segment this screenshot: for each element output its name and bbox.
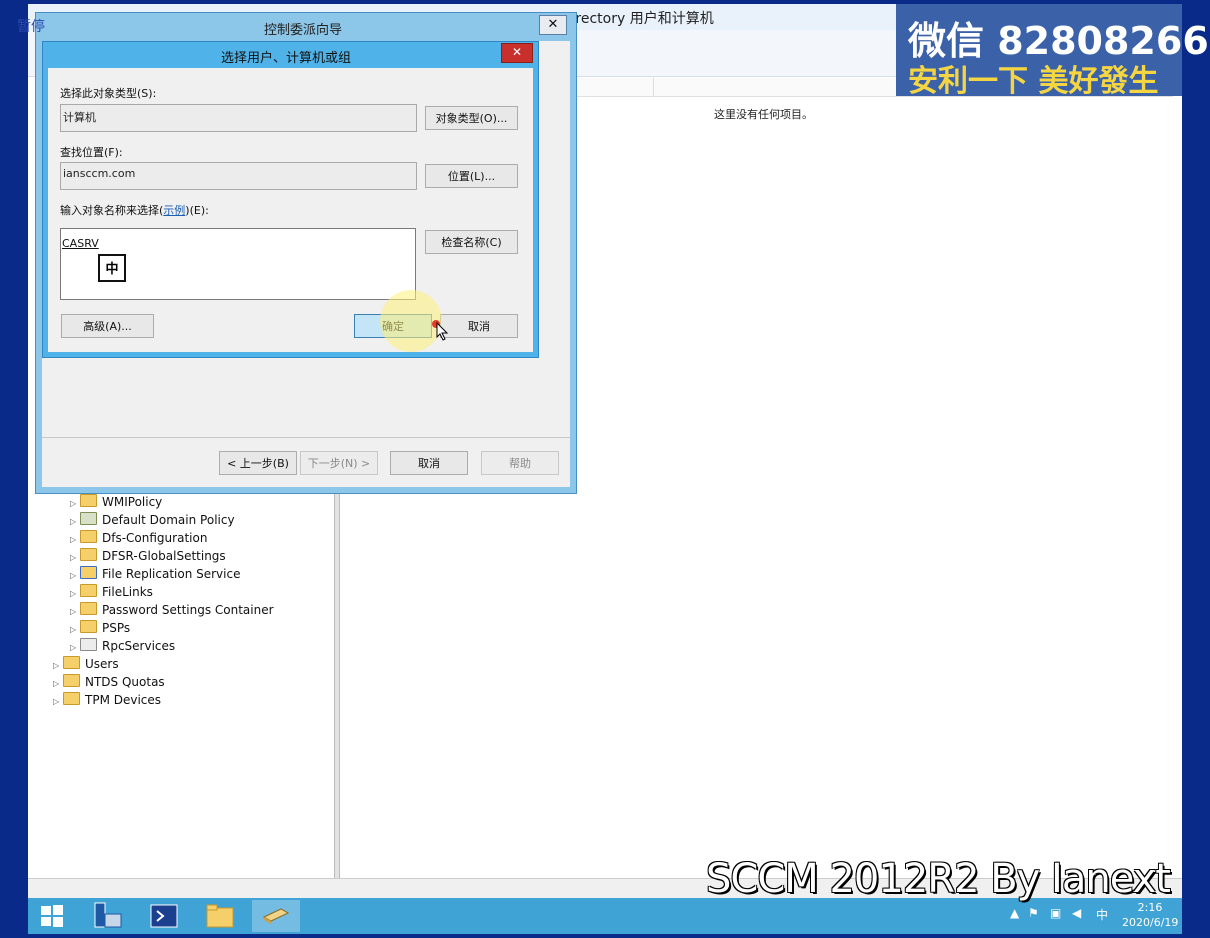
expand-arrow-icon[interactable]: ▷ xyxy=(70,643,80,652)
folder-icon xyxy=(80,548,97,561)
taskbar: ▲ ⚑ ▣ ◀ 中 2:16 2020/6/19 xyxy=(28,898,1182,934)
ime-language-indicator[interactable]: 中 xyxy=(1096,906,1108,923)
folder-icon xyxy=(80,494,97,507)
server-manager-icon xyxy=(94,902,122,928)
folder-icon xyxy=(80,602,97,615)
powershell-icon xyxy=(150,904,178,928)
expand-arrow-icon[interactable]: ▷ xyxy=(70,499,80,508)
folder-icon xyxy=(80,530,97,543)
object-type-label: 选择此对象类型(S): xyxy=(60,87,157,100)
powershell-taskbar-button[interactable] xyxy=(140,900,188,932)
tree-item-wmipolicy[interactable]: ▷ WMIPolicy xyxy=(70,494,162,512)
show-hidden-icons-button[interactable]: ▲ xyxy=(1010,906,1019,920)
expand-arrow-icon[interactable]: ▷ xyxy=(70,517,80,526)
wizard-title: 控制委派向导 xyxy=(264,23,343,38)
folder-icon xyxy=(80,620,97,633)
tree-item-default-domain-policy[interactable]: ▷ Default Domain Policy xyxy=(70,512,235,530)
gpo-icon xyxy=(80,512,97,525)
tree-item-users[interactable]: ▷ Users xyxy=(53,656,119,674)
folder-icon xyxy=(80,584,97,597)
expand-arrow-icon[interactable]: ▷ xyxy=(70,571,80,580)
wizard-titlebar[interactable]: 控制委派向导 ✕ xyxy=(36,13,576,41)
object-names-input[interactable]: CASRV 中 xyxy=(60,228,416,300)
desktop-screen: Active Directory 用户和计算机 这里没有任何项目。 ▷ WMIPo… xyxy=(28,4,1182,934)
select-users-computers-dialog: 选择用户、计算机或组 ✕ 选择此对象类型(S): 计算机 对象类型(O)... … xyxy=(42,41,539,358)
ad-users-computers-icon xyxy=(262,908,290,924)
promo-banner: 微信 82808266 安利一下 美好發生 xyxy=(896,4,1209,99)
folder-icon xyxy=(63,656,80,669)
dialog-cancel-button[interactable]: 取消 xyxy=(440,314,518,338)
examples-link[interactable]: 示例 xyxy=(163,204,185,217)
tree-item-rpcservices[interactable]: ▷ RpcServices xyxy=(70,638,175,656)
expand-arrow-icon[interactable]: ▷ xyxy=(53,697,63,706)
expand-arrow-icon[interactable]: ▷ xyxy=(53,679,63,688)
expand-arrow-icon[interactable]: ▷ xyxy=(70,607,80,616)
expand-arrow-icon[interactable]: ▷ xyxy=(70,589,80,598)
action-center-flag-icon[interactable]: ⚑ xyxy=(1028,906,1039,920)
tree-item-ntds-quotas[interactable]: ▷ NTDS Quotas xyxy=(53,674,165,692)
wizard-cancel-button[interactable]: 取消 xyxy=(390,451,468,475)
dialog-title: 选择用户、计算机或组 xyxy=(221,51,352,66)
video-watermark: SCCM 2012R2 By Ianext xyxy=(706,856,1171,902)
wizard-next-button[interactable]: 下一步(N) > xyxy=(300,451,378,475)
network-icon[interactable]: ▣ xyxy=(1050,906,1061,920)
file-explorer-taskbar-button[interactable] xyxy=(196,900,244,932)
clock-time: 2:16 xyxy=(1137,901,1163,914)
taskbar-clock[interactable]: 2:16 2020/6/19 xyxy=(1122,900,1178,930)
object-names-label: 输入对象名称来选择(示例)(E): xyxy=(60,204,209,217)
rpc-container-icon xyxy=(80,638,97,651)
pause-label: 暂停 xyxy=(17,19,45,35)
volume-muted-icon[interactable]: ◀ xyxy=(1072,906,1081,920)
tree-item-dfsr-globalsettings[interactable]: ▷ DFSR-GlobalSettings xyxy=(70,548,226,566)
ime-indicator: 中 xyxy=(98,254,126,282)
clock-date: 2020/6/19 xyxy=(1122,916,1179,929)
advanced-button[interactable]: 高级(A)... xyxy=(61,314,154,338)
tree-item-tpm-devices[interactable]: ▷ TPM Devices xyxy=(53,692,161,710)
server-manager-taskbar-button[interactable] xyxy=(84,900,132,932)
dialog-titlebar[interactable]: 选择用户、计算机或组 ✕ xyxy=(43,42,538,68)
location-field: iansccm.com xyxy=(60,162,417,190)
tree-item-psps[interactable]: ▷ PSPs xyxy=(70,620,130,638)
start-button[interactable] xyxy=(28,900,76,932)
tree-item-password-settings-container[interactable]: ▷ Password Settings Container xyxy=(70,602,274,620)
locations-button[interactable]: 位置(L)... xyxy=(425,164,518,188)
folder-icon xyxy=(63,692,80,705)
tree-item-dfs-configuration[interactable]: ▷ Dfs-Configuration xyxy=(70,530,207,548)
expand-arrow-icon[interactable]: ▷ xyxy=(70,625,80,634)
expand-arrow-icon[interactable]: ▷ xyxy=(53,661,63,670)
ad-users-computers-taskbar-button[interactable] xyxy=(252,900,300,932)
tree-item-file-replication-service[interactable]: ▷ File Replication Service xyxy=(70,566,240,584)
location-label: 查找位置(F): xyxy=(60,146,123,159)
wizard-help-button[interactable]: 帮助 xyxy=(481,451,559,475)
tree-item-filelinks[interactable]: ▷ FileLinks xyxy=(70,584,153,602)
object-type-field: 计算机 xyxy=(60,104,417,132)
object-types-button[interactable]: 对象类型(O)... xyxy=(425,106,518,130)
details-empty-message: 这里没有任何项目。 xyxy=(714,108,813,121)
windows-logo-icon xyxy=(41,905,63,927)
dialog-close-button[interactable]: ✕ xyxy=(501,43,533,63)
expand-arrow-icon[interactable]: ▷ xyxy=(70,553,80,562)
wizard-close-button[interactable]: ✕ xyxy=(539,15,567,35)
object-name-value: CASRV xyxy=(62,237,99,250)
wizard-back-button[interactable]: < 上一步(B) xyxy=(219,451,297,475)
banner-line-2: 安利一下 美好發生 xyxy=(908,64,1159,99)
expand-arrow-icon[interactable]: ▷ xyxy=(70,535,80,544)
pane-splitter[interactable] xyxy=(334,482,340,880)
replication-folder-icon xyxy=(80,566,97,579)
check-names-button[interactable]: 检查名称(C) xyxy=(425,230,518,254)
dialog-body: 选择此对象类型(S): 计算机 对象类型(O)... 查找位置(F): ians… xyxy=(48,68,533,352)
folder-icon xyxy=(63,674,80,687)
wizard-divider xyxy=(42,437,570,438)
folder-icon xyxy=(206,904,234,928)
